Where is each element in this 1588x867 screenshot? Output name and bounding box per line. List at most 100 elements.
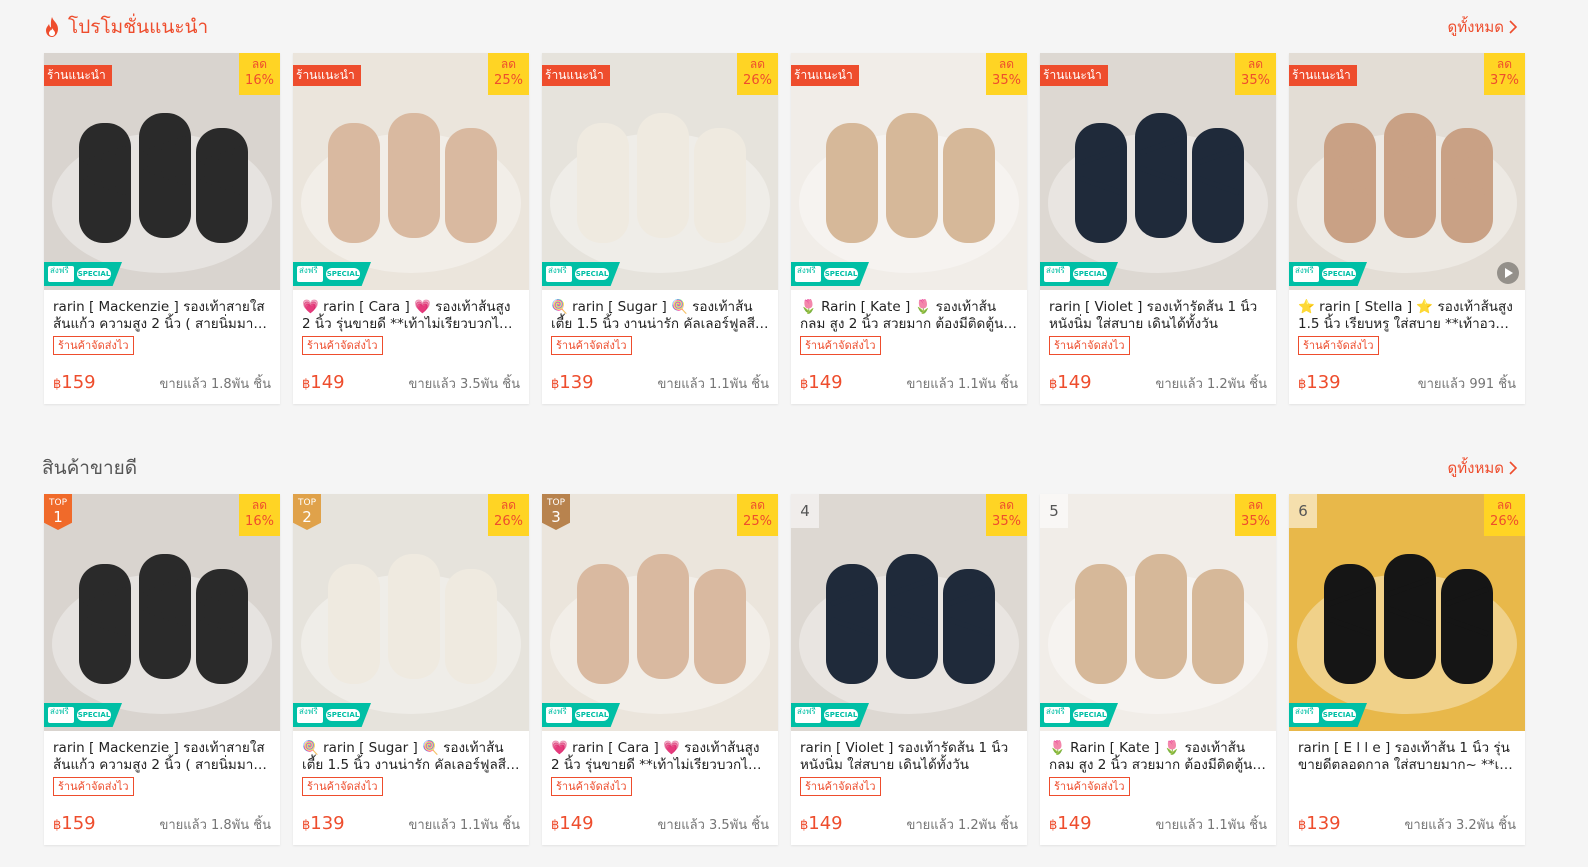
product-title[interactable]: 🌷 Rarin [ Kate ] 🌷 รองเท้าส้นกลม สูง 2 น… — [1049, 740, 1267, 774]
product-title[interactable]: 🍭 rarin [ Sugar ] 🍭 รองเท้าส้นเตี้ย 1.5 … — [302, 740, 520, 774]
discount-label: ลด — [1496, 498, 1513, 512]
product-image[interactable]: ร้านแนะนำ ลด 35% ส่งฟรี SPECIAL — [791, 53, 1027, 290]
free-shipping-badge: ส่งฟรี SPECIAL — [542, 262, 620, 286]
product-card[interactable]: TOP 2 ลด 26% ส่งฟรี SPECIAL 🍭 rarin [ Sug… — [293, 494, 529, 845]
special-label: SPECIAL — [1322, 268, 1356, 280]
free-shipping-badge: ส่งฟรี SPECIAL — [542, 703, 620, 727]
discount-percent: 35% — [992, 73, 1021, 88]
product-info: rarin [ Mackenzie ] รองเท้าสายใสส้นแก้ว … — [44, 290, 280, 355]
fire-icon — [46, 17, 58, 37]
recommended-shop-badge: ร้านแนะนำ — [1289, 65, 1357, 86]
product-title[interactable]: 💗 rarin [ Cara ] 💗 รองเท้าส้นสูง 2 นิ้ว … — [551, 740, 769, 774]
product-card[interactable]: ร้านแนะนำ ลด 35% ส่งฟรี SPECIAL 🌷 Rarin … — [791, 53, 1027, 404]
price-row: ฿139 ขายแล้ว 1.1พัน ชิ้น — [551, 372, 769, 394]
product-image[interactable]: ร้านแนะนำ ลด 35% ส่งฟรี SPECIAL — [1040, 53, 1276, 290]
product-card[interactable]: ร้านแนะนำ ลด 26% ส่งฟรี SPECIAL 🍭 rarin … — [542, 53, 778, 404]
price-value: 149 — [310, 372, 345, 393]
sold-count: ขายแล้ว 3.2พัน ชิ้น — [1404, 818, 1516, 833]
price-value: 149 — [1057, 372, 1092, 393]
product-card[interactable]: ร้านแนะนำ ลด 16% ส่งฟรี SPECIAL rarin [ … — [44, 53, 280, 404]
fast-shipping-tag: ร้านค้าจัดส่งไว — [302, 777, 383, 796]
price-row: ฿139 ขายแล้ว 991 ชิ้น — [1298, 372, 1516, 394]
truck-icon: ส่งฟรี — [1044, 266, 1070, 282]
discount-label: ลด — [500, 57, 517, 71]
product-price: ฿149 — [1049, 372, 1092, 393]
product-image[interactable]: ร้านแนะนำ ลด 37% ส่งฟรี SPECIAL — [1289, 53, 1525, 290]
section-title: สินค้าขายดี — [42, 457, 138, 479]
top-rank-badge: TOP 3 — [542, 494, 570, 530]
price-row: ฿149 ขายแล้ว 3.5พัน ชิ้น — [302, 372, 520, 394]
product-grid-bestsellers: TOP 1 ลด 16% ส่งฟรี SPECIAL rarin [ Macke… — [44, 494, 1525, 845]
recommended-shop-badge: ร้านแนะนำ — [44, 65, 112, 86]
product-title[interactable]: rarin [ Violet ] รองเท้ารัดส้น 1 นิ้ว หน… — [800, 740, 1018, 774]
discount-badge: ลด 26% — [737, 53, 778, 95]
fast-shipping-tag: ร้านค้าจัดส่งไว — [1049, 336, 1130, 355]
product-card[interactable]: TOP 1 ลด 16% ส่งฟรี SPECIAL rarin [ Macke… — [44, 494, 280, 845]
top-label: TOP — [297, 498, 316, 508]
product-image[interactable]: TOP 3 ลด 25% ส่งฟรี SPECIAL — [542, 494, 778, 731]
truck-icon: ส่งฟรี — [297, 707, 323, 723]
product-title[interactable]: rarin [ Mackenzie ] รองเท้าสายใสส้นแก้ว … — [53, 740, 271, 774]
product-info: ⭐ rarin [ Stella ] ⭐ รองเท้าส้นสูง 1.5 น… — [1289, 290, 1525, 355]
product-card[interactable]: ร้านแนะนำ ลด 37% ส่งฟรี SPECIAL ⭐ rarin … — [1289, 53, 1525, 404]
product-title[interactable]: rarin [ Violet ] รองเท้ารัดส้น 1 นิ้ว หน… — [1049, 299, 1267, 333]
price-row: ฿149 ขายแล้ว 1.2พัน ชิ้น — [1049, 372, 1267, 394]
product-title[interactable]: 🌷 Rarin [ Kate ] 🌷 รองเท้าส้นกลม สูง 2 น… — [800, 299, 1018, 333]
see-all-label: ดูทั้งหมด — [1447, 459, 1504, 477]
price-row: ฿139 ขายแล้ว 3.2พัน ชิ้น — [1298, 813, 1516, 835]
product-title[interactable]: rarin [ Mackenzie ] รองเท้าสายใสส้นแก้ว … — [53, 299, 271, 333]
discount-label: ลด — [998, 57, 1015, 71]
price-value: 149 — [559, 813, 594, 834]
product-image[interactable]: ร้านแนะนำ ลด 25% ส่งฟรี SPECIAL — [293, 53, 529, 290]
product-info: 🍭 rarin [ Sugar ] 🍭 รองเท้าส้นเตี้ย 1.5 … — [542, 290, 778, 355]
product-image[interactable]: 4 ลด 35% ส่งฟรี SPECIAL — [791, 494, 1027, 731]
discount-badge: ลด 25% — [737, 494, 778, 536]
product-image[interactable]: 5 ลด 35% ส่งฟรี SPECIAL — [1040, 494, 1276, 731]
price-row: ฿149 ขายแล้ว 1.1พัน ชิ้น — [800, 372, 1018, 394]
product-price: ฿139 — [551, 372, 594, 393]
play-icon[interactable] — [1497, 262, 1519, 284]
price-value: 149 — [808, 372, 843, 393]
product-card[interactable]: TOP 3 ลด 25% ส่งฟรี SPECIAL 💗 rarin [ Car… — [542, 494, 778, 845]
price-value: 139 — [1306, 813, 1341, 834]
product-card[interactable]: ร้านแนะนำ ลด 25% ส่งฟรี SPECIAL 💗 rarin … — [293, 53, 529, 404]
special-label: SPECIAL — [824, 268, 858, 280]
truck-icon: ส่งฟรี — [48, 707, 74, 723]
product-card[interactable]: 4 ลด 35% ส่งฟรี SPECIAL rarin [ Violet ]… — [791, 494, 1027, 845]
truck-icon: ส่งฟรี — [795, 266, 821, 282]
fast-shipping-tag: ร้านค้าจัดส่งไว — [1298, 336, 1379, 355]
price-value: 139 — [1306, 372, 1341, 393]
price-row: ฿139 ขายแล้ว 1.1พัน ชิ้น — [302, 813, 520, 835]
product-card[interactable]: 6 ลด 26% ส่งฟรี SPECIAL rarin [ E l l e … — [1289, 494, 1525, 845]
product-card[interactable]: ร้านแนะนำ ลด 35% ส่งฟรี SPECIAL rarin [ … — [1040, 53, 1276, 404]
special-label: SPECIAL — [326, 268, 360, 280]
see-all-link[interactable]: ดูทั้งหมด — [1448, 456, 1518, 480]
recommended-shop-badge: ร้านแนะนำ — [293, 65, 361, 86]
special-label: SPECIAL — [575, 268, 609, 280]
price-value: 159 — [61, 372, 96, 393]
product-image[interactable]: ร้านแนะนำ ลด 16% ส่งฟรี SPECIAL — [44, 53, 280, 290]
free-shipping-badge: ส่งฟรี SPECIAL — [44, 703, 122, 727]
discount-percent: 26% — [743, 73, 772, 88]
discount-percent: 37% — [1490, 73, 1519, 88]
product-title[interactable]: 🍭 rarin [ Sugar ] 🍭 รองเท้าส้นเตี้ย 1.5 … — [551, 299, 769, 333]
sold-count: ขายแล้ว 1.1พัน ชิ้น — [657, 377, 769, 392]
product-image[interactable]: TOP 1 ลด 16% ส่งฟรี SPECIAL — [44, 494, 280, 731]
truck-icon: ส่งฟรี — [546, 266, 572, 282]
price-value: 139 — [559, 372, 594, 393]
discount-percent: 16% — [245, 73, 274, 88]
product-title[interactable]: 💗 rarin [ Cara ] 💗 รองเท้าส้นสูง 2 นิ้ว … — [302, 299, 520, 333]
product-image[interactable]: ร้านแนะนำ ลด 26% ส่งฟรี SPECIAL — [542, 53, 778, 290]
product-image[interactable]: 6 ลด 26% ส่งฟรี SPECIAL — [1289, 494, 1525, 731]
product-title[interactable]: ⭐ rarin [ Stella ] ⭐ รองเท้าส้นสูง 1.5 น… — [1298, 299, 1516, 333]
see-all-link[interactable]: ดูทั้งหมด — [1448, 15, 1518, 39]
sold-count: ขายแล้ว 1.8พัน ชิ้น — [159, 818, 271, 833]
product-card[interactable]: 5 ลด 35% ส่งฟรี SPECIAL 🌷 Rarin [ Kate ]… — [1040, 494, 1276, 845]
discount-label: ลด — [500, 498, 517, 512]
sold-count: ขายแล้ว 1.1พัน ชิ้น — [1155, 818, 1267, 833]
discount-percent: 25% — [494, 73, 523, 88]
section-title-group: โปรโมชั่นแนะนำ — [42, 12, 208, 42]
sold-count: ขายแล้ว 991 ชิ้น — [1417, 377, 1516, 392]
product-title[interactable]: rarin [ E l l e ] รองเท้าส้น 1 นิ้ว รุ่น… — [1298, 740, 1516, 774]
product-image[interactable]: TOP 2 ลด 26% ส่งฟรี SPECIAL — [293, 494, 529, 731]
